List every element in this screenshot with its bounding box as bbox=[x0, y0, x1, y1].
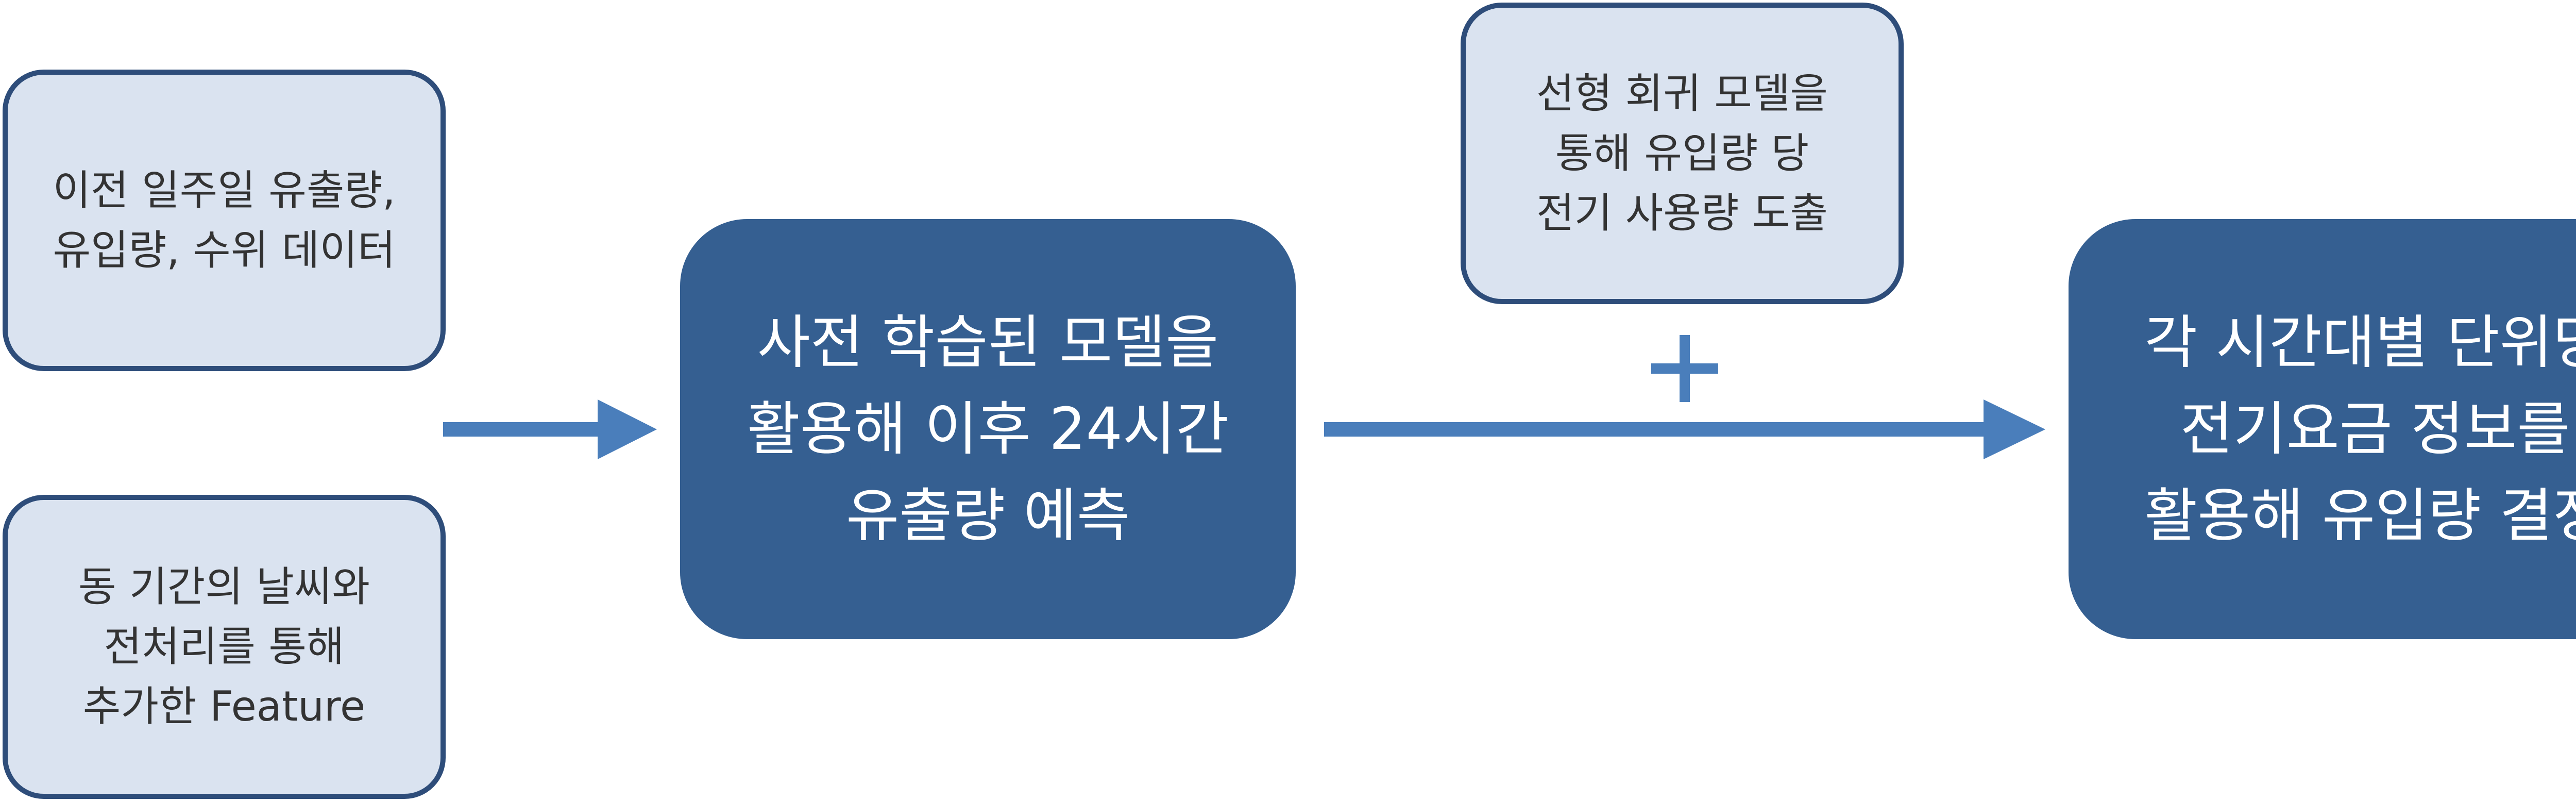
decision-line-2: 전기요금 정보를 bbox=[2180, 395, 2570, 463]
input-box-weather-line-1: 동 기간의 날씨와 bbox=[78, 563, 370, 611]
prediction-box: 사전 학습된 모델을 활용해 이후 24시간 유출량 예측 bbox=[680, 219, 1296, 639]
input-box-history-line-2: 유입량, 수위 데이터 bbox=[53, 226, 396, 274]
regression-line-3: 전기 사용량 도출 bbox=[1536, 189, 1828, 237]
input-box-history-line-1: 이전 일주일 유출량, bbox=[53, 166, 396, 214]
prediction-line-3: 유출량 예측 bbox=[846, 482, 1130, 549]
arrow-inputs-to-prediction-shaft bbox=[443, 422, 603, 437]
input-box-history-data: 이전 일주일 유출량, 유입량, 수위 데이터 bbox=[3, 70, 446, 371]
input-box-weather-line-2: 전처리를 통해 bbox=[104, 623, 345, 671]
arrow-inputs-to-prediction-head bbox=[598, 399, 657, 459]
input-box-weather-features: 동 기간의 날씨와 전처리를 통해 추가한 Feature bbox=[3, 495, 446, 799]
arrow-prediction-to-decision-head bbox=[1984, 399, 2045, 459]
regression-line-2: 통해 유입량 당 bbox=[1555, 129, 1809, 177]
regression-box: 선형 회귀 모델을 통해 유입량 당 전기 사용량 도출 bbox=[1461, 3, 1904, 304]
plus-icon bbox=[1651, 335, 1718, 402]
decision-line-1: 각 시간대별 단위당 bbox=[2144, 309, 2576, 376]
input-box-weather-line-3: 추가한 Feature bbox=[82, 682, 366, 730]
regression-line-1: 선형 회귀 모델을 bbox=[1536, 69, 1828, 118]
decision-box: 각 시간대별 단위당 전기요금 정보를 활용해 유입량 결정 bbox=[2069, 219, 2576, 639]
arrow-prediction-to-decision-shaft bbox=[1324, 422, 1989, 437]
decision-line-3: 활용해 유입량 결정 bbox=[2144, 482, 2576, 549]
prediction-line-2: 활용해 이후 24시간 bbox=[747, 395, 1229, 463]
prediction-line-1: 사전 학습된 모델을 bbox=[757, 309, 1219, 376]
